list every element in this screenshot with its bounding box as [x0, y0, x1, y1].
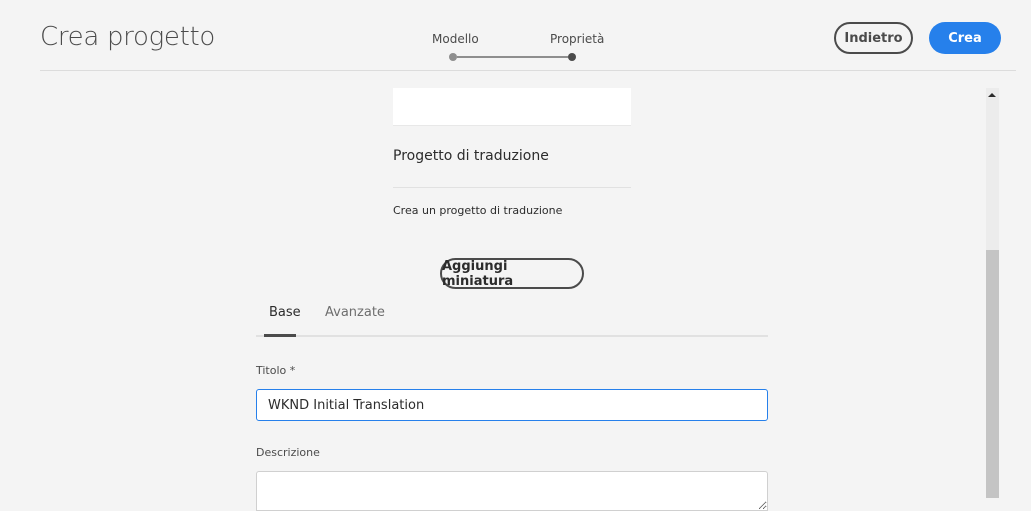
scroll-up-arrow-icon[interactable]: [987, 90, 997, 100]
add-thumbnail-button[interactable]: Aggiungi miniatura: [440, 258, 584, 289]
template-thumbnail: [393, 88, 631, 126]
description-label: Descrizione: [256, 446, 320, 459]
description-textarea[interactable]: [256, 471, 768, 511]
step-label-model: Modello: [432, 32, 479, 46]
template-description: Crea un progetto di traduzione: [393, 204, 563, 217]
tab-baseline: [256, 335, 768, 337]
active-tab-indicator: [264, 334, 296, 337]
scrollbar-thumb[interactable]: [986, 250, 999, 498]
step-dot-properties: [568, 53, 576, 61]
create-button[interactable]: Crea: [929, 22, 1001, 54]
card-divider: [393, 187, 631, 188]
tab-base[interactable]: Base: [269, 305, 301, 320]
tab-advanced[interactable]: Avanzate: [325, 305, 385, 320]
page-title: Crea progetto: [40, 22, 215, 52]
header-divider: [40, 70, 1016, 71]
back-button[interactable]: Indietro: [834, 22, 913, 54]
step-connector: [457, 56, 568, 58]
step-label-properties: Proprietà: [550, 32, 605, 46]
title-input[interactable]: [256, 389, 768, 421]
template-title: Progetto di traduzione: [393, 148, 549, 164]
step-dot-model: [449, 53, 457, 61]
title-label: Titolo *: [256, 364, 296, 377]
wizard-steps: Modello Proprietà: [420, 30, 620, 70]
